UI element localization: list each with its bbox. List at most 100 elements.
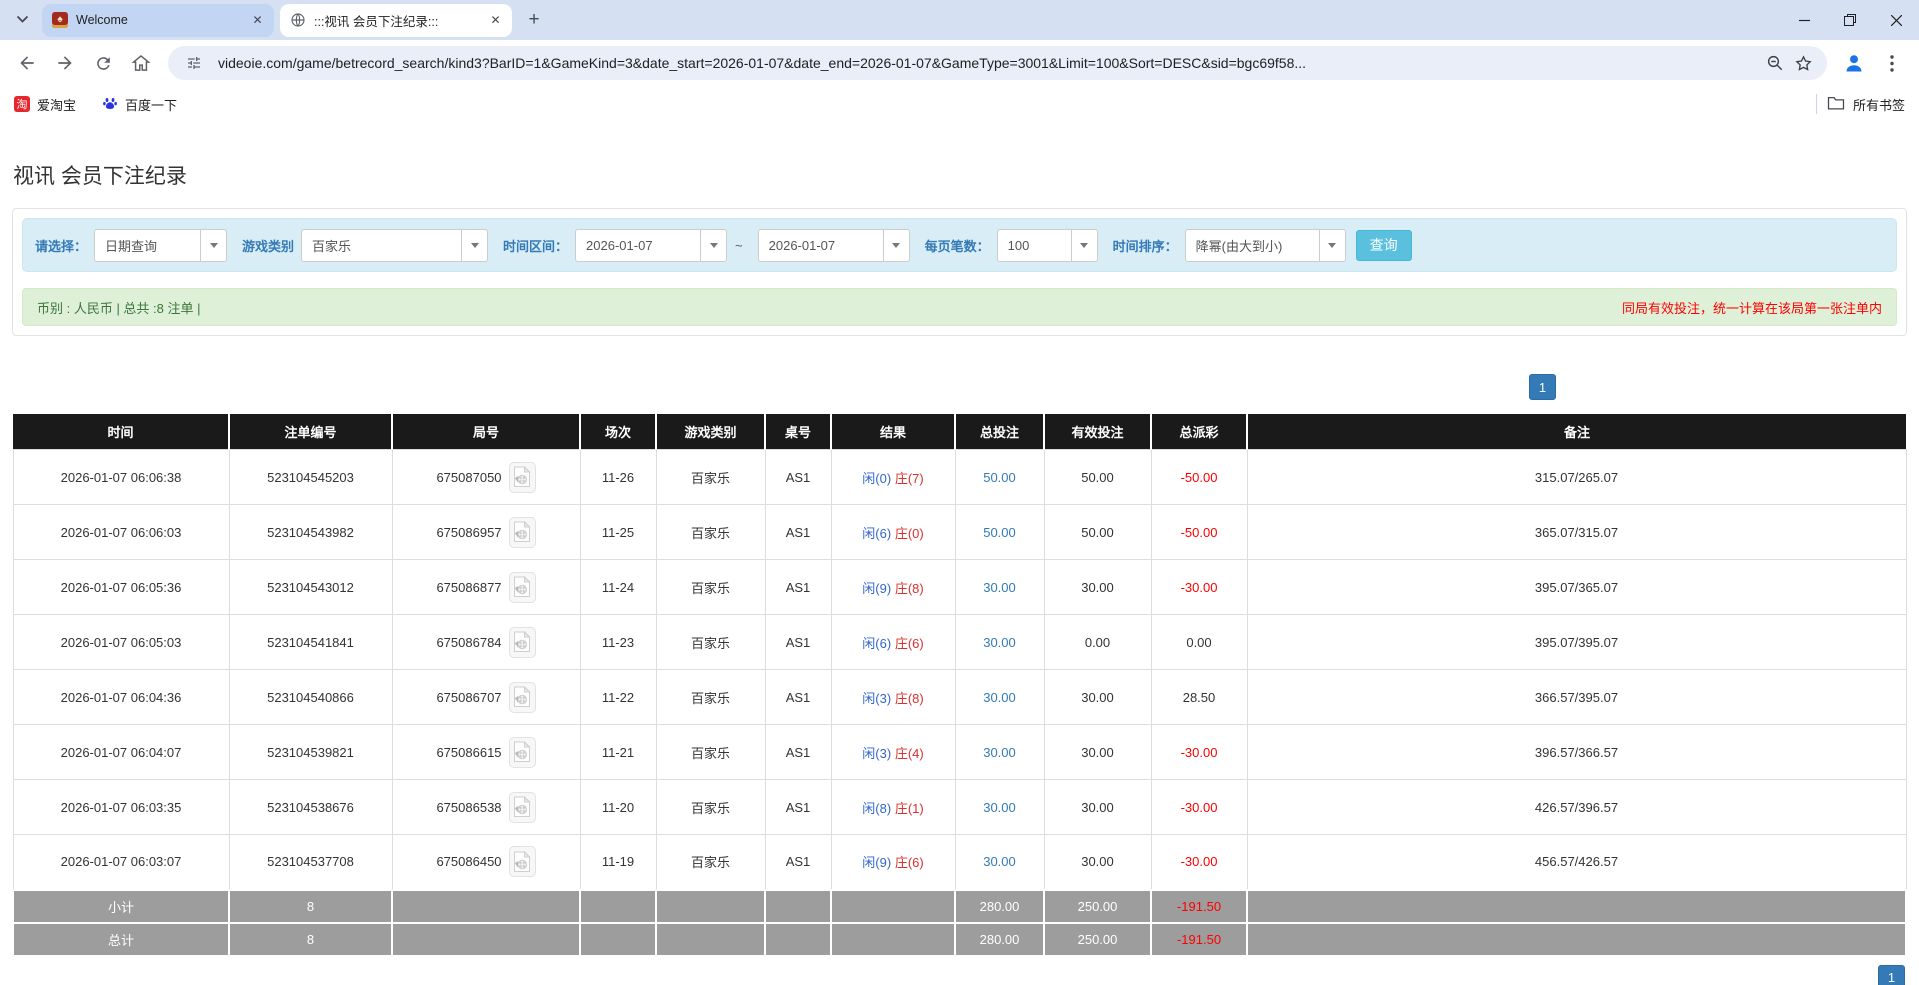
summary-total-bet: 280.00 [955,923,1044,956]
cell-round: 675086877 [392,560,580,615]
summary-empty-cell [1247,923,1906,956]
cell-round: 675086615 [392,725,580,780]
round-number: 675086615 [436,745,501,760]
video-replay-button[interactable] [509,462,536,493]
chevron-down-icon[interactable] [461,230,487,261]
url-bar[interactable]: videoie.com/game/betrecord_search/kind3?… [168,46,1827,80]
column-header: 有效投注 [1044,414,1151,450]
chevron-down-icon[interactable] [700,230,726,261]
video-replay-button[interactable] [509,737,536,768]
cell-total-bet[interactable]: 30.00 [955,560,1044,615]
bookmark-baidu[interactable]: 百度一下 [102,95,177,114]
summary-payout: -191.50 [1151,890,1247,923]
date-start-select[interactable]: 2026-01-07 [575,229,727,262]
page-content: 视讯 会员下注纪录 请选择： 日期查询 游戏类别 百家乐 时间区间： [0,162,1919,985]
cell-game-kind: 百家乐 [656,780,765,835]
cell-result: 闲(6) 庄(6) [831,615,955,670]
zoom-out-icon[interactable] [1761,49,1789,77]
game-kind-value: 百家乐 [302,230,461,261]
video-replay-button[interactable] [509,572,536,603]
cell-payout: 0.00 [1151,615,1247,670]
pagination-page-1-top[interactable]: 1 [1529,374,1556,400]
video-replay-button[interactable] [509,846,536,877]
maximize-button[interactable] [1827,0,1873,40]
bookmark-taobao[interactable]: 淘 爱淘宝 [14,95,76,114]
video-replay-button[interactable] [509,517,536,548]
globe-icon [290,12,306,28]
cell-payout: -30.00 [1151,780,1247,835]
date-start-value: 2026-01-07 [576,230,700,261]
query-type-select[interactable]: 日期查询 [94,229,227,262]
summary-valid-bet: 250.00 [1044,923,1151,956]
cell-result: 闲(8) 庄(1) [831,780,955,835]
table-header-row: 时间注单编号局号场次游戏类别桌号结果总投注有效投注总派彩备注 [13,414,1906,450]
cell-round: 675087050 [392,450,580,505]
close-icon[interactable]: ✕ [249,12,266,29]
reload-button[interactable] [86,46,120,80]
chevron-down-icon[interactable] [883,230,909,261]
bookmark-star-icon[interactable] [1789,49,1817,77]
video-replay-button[interactable] [509,792,536,823]
chevron-down-icon[interactable] [1071,230,1097,261]
tab-bet-record[interactable]: :::视讯 会员下注纪录::: ✕ [280,4,512,37]
video-replay-button[interactable] [509,627,536,658]
search-button[interactable]: 查询 [1356,230,1412,261]
cell-note: 395.07/365.07 [1247,560,1906,615]
query-type-value: 日期查询 [95,230,200,261]
new-tab-button[interactable]: + [520,6,548,34]
cell-bet-id: 523104540866 [229,670,392,725]
close-window-button[interactable] [1873,0,1919,40]
summary-row: 小计8280.00250.00-191.50 [13,890,1906,923]
summary-count: 8 [229,890,392,923]
cell-total-bet[interactable]: 30.00 [955,780,1044,835]
cell-session: 11-19 [580,835,656,890]
cell-total-bet[interactable]: 30.00 [955,835,1044,890]
cell-total-bet[interactable]: 50.00 [955,505,1044,560]
cell-result: 闲(9) 庄(8) [831,560,955,615]
cell-valid-bet: 0.00 [1044,615,1151,670]
home-button[interactable] [124,46,158,80]
site-info-tune-icon[interactable] [180,49,208,77]
round-number: 675086784 [436,635,501,650]
video-replay-icon [513,686,531,708]
browser-menu-icon[interactable] [1875,46,1909,80]
chevron-down-icon[interactable] [1319,230,1345,261]
game-kind-select[interactable]: 百家乐 [301,229,488,262]
cell-round: 675086538 [392,780,580,835]
cell-note: 396.57/366.57 [1247,725,1906,780]
tab-search-button[interactable] [8,6,36,34]
cell-game-kind: 百家乐 [656,835,765,890]
all-bookmarks-button[interactable]: 所有书签 [1827,95,1905,114]
per-page-select[interactable]: 100 [997,229,1098,262]
forward-button[interactable] [48,46,82,80]
pagination-page-1-bottom[interactable]: 1 [1878,965,1905,985]
cell-note: 456.57/426.57 [1247,835,1906,890]
cell-payout: -50.00 [1151,450,1247,505]
cell-valid-bet: 30.00 [1044,780,1151,835]
result-banker: 庄(6) [895,636,924,651]
summary-empty-cell [831,890,955,923]
summary-payout: -191.50 [1151,923,1247,956]
sort-select[interactable]: 降幂(由大到小) [1185,229,1346,262]
tab-welcome[interactable]: ♠ Welcome ✕ [42,4,274,37]
table-row: 2026-01-07 06:04:36523104540866675086707… [13,670,1906,725]
cell-payout: -50.00 [1151,505,1247,560]
back-button[interactable] [10,46,44,80]
minimize-button[interactable] [1781,0,1827,40]
column-header: 总派彩 [1151,414,1247,450]
poker-site-favicon: ♠ [52,12,68,28]
profile-avatar[interactable] [1837,46,1871,80]
chevron-down-icon[interactable] [200,230,226,261]
close-icon[interactable]: ✕ [487,12,504,29]
date-end-select[interactable]: 2026-01-07 [758,229,910,262]
url-text[interactable]: videoie.com/game/betrecord_search/kind3?… [218,55,1761,71]
result-banker: 庄(0) [895,526,924,541]
cell-total-bet[interactable]: 30.00 [955,615,1044,670]
cell-total-bet[interactable]: 30.00 [955,725,1044,780]
round-number: 675086877 [436,580,501,595]
cell-note: 426.57/396.57 [1247,780,1906,835]
video-replay-button[interactable] [509,682,536,713]
cell-total-bet[interactable]: 50.00 [955,450,1044,505]
cell-total-bet[interactable]: 30.00 [955,670,1044,725]
cell-time: 2026-01-07 06:05:03 [13,615,229,670]
